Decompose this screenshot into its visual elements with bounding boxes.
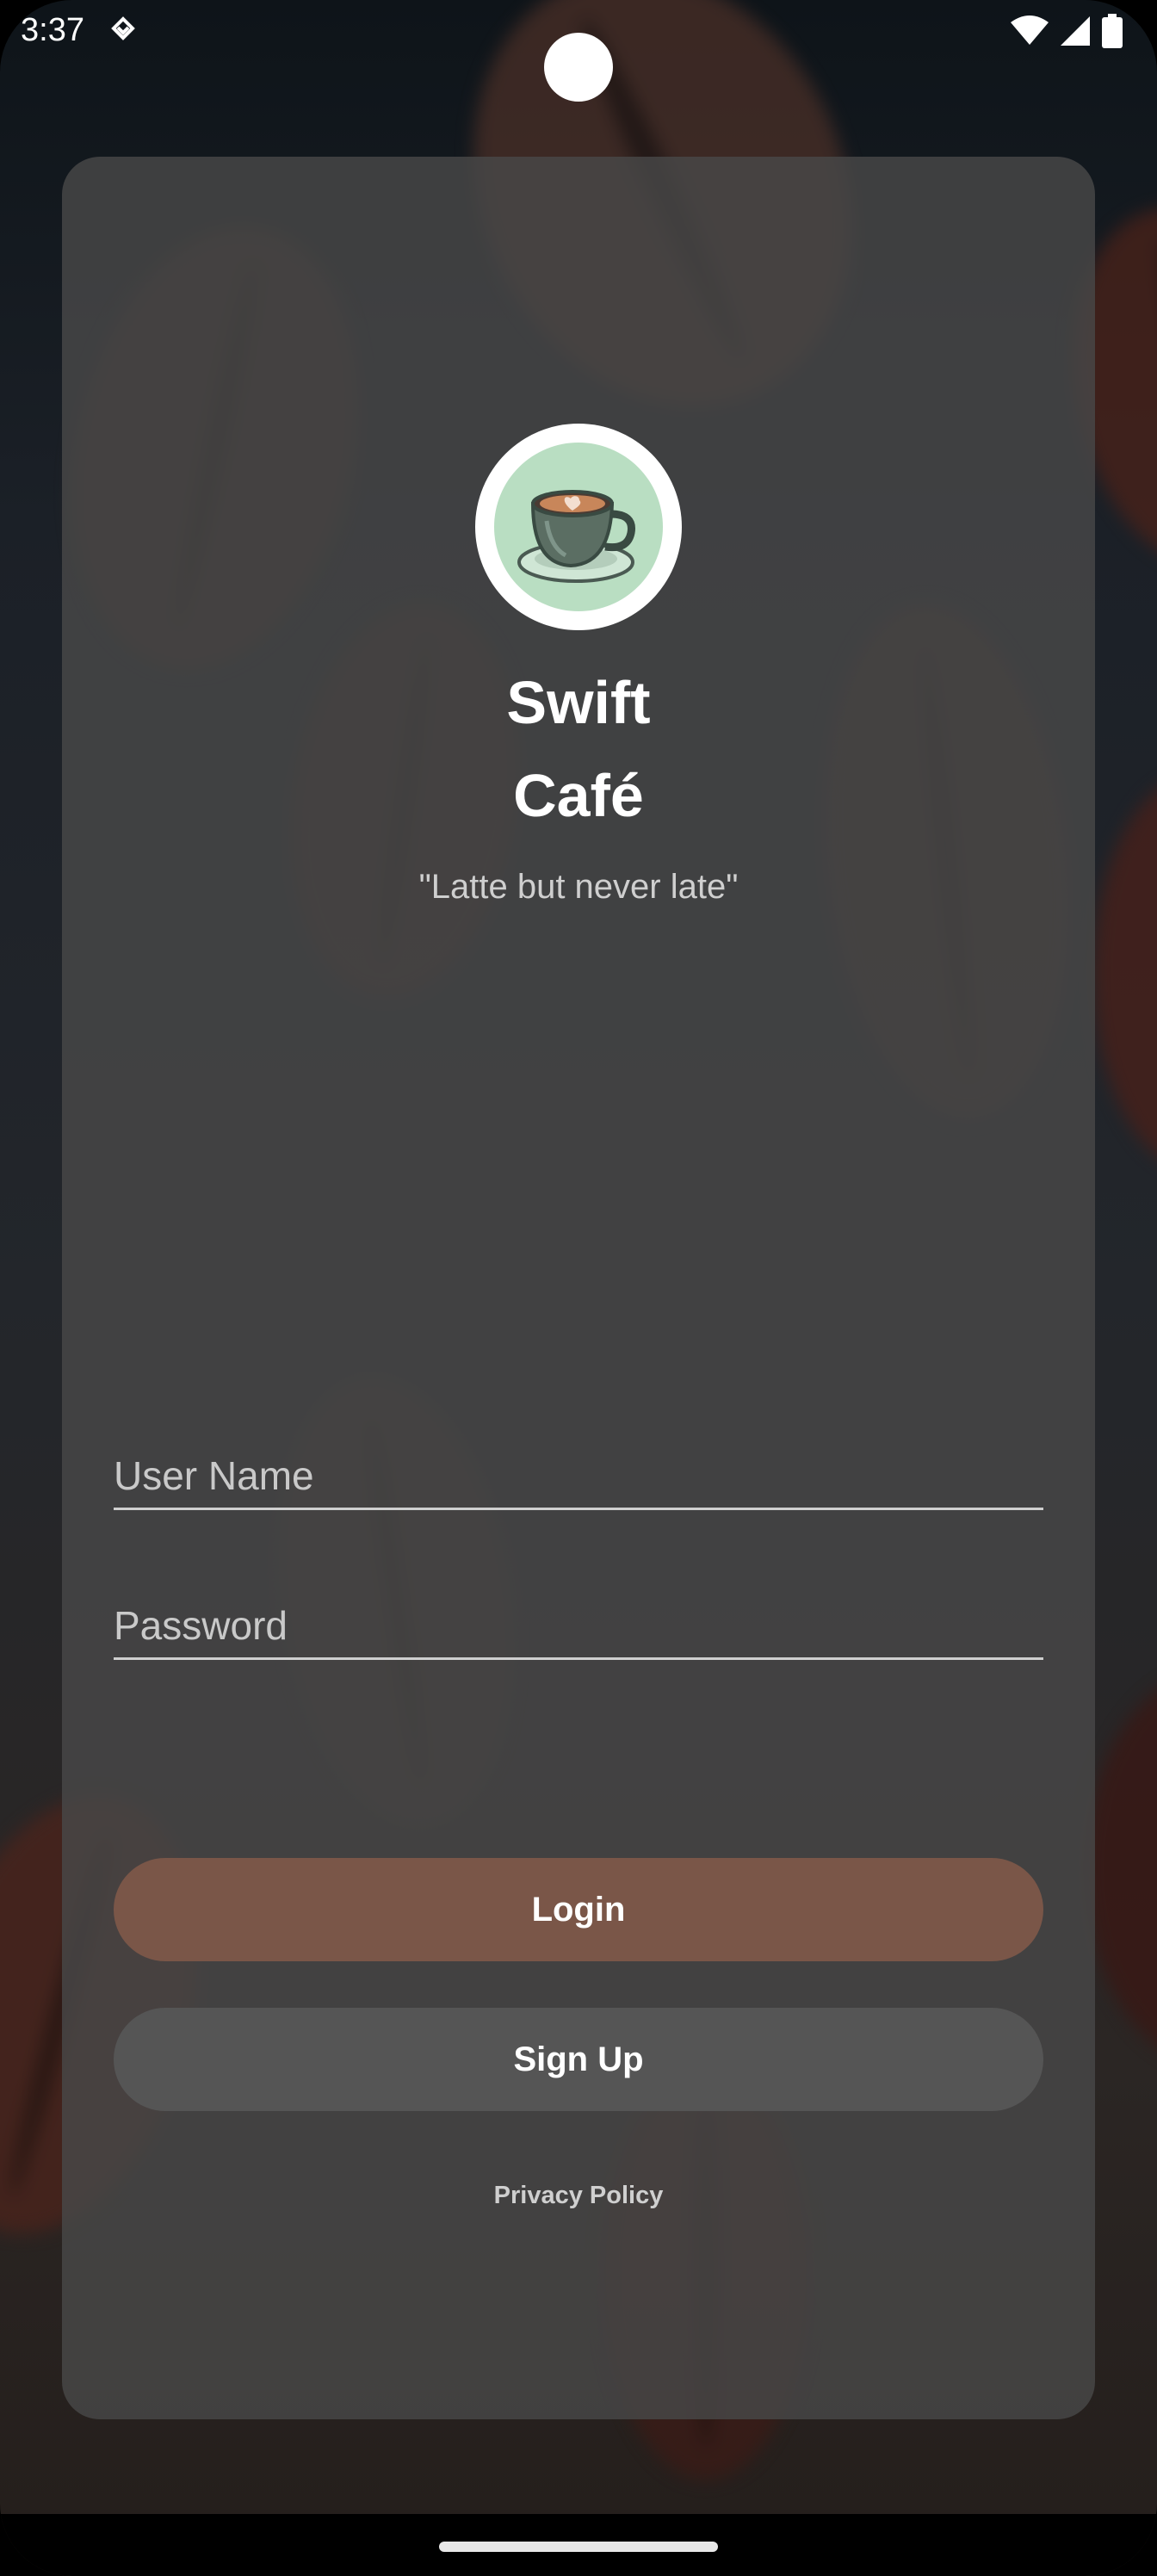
password-input[interactable] bbox=[114, 1577, 1043, 1657]
signup-button[interactable]: Sign Up bbox=[114, 2008, 1043, 2111]
app-title-line1: Swift bbox=[506, 669, 651, 736]
login-button[interactable]: Login bbox=[114, 1858, 1043, 1961]
battery-icon bbox=[1102, 14, 1123, 53]
app-screen: 3:37 Swift Café "Latte but never late" U… bbox=[0, 0, 1157, 2576]
background-bean-decoration bbox=[1093, 775, 1157, 1171]
notification-diamond-icon bbox=[110, 15, 136, 45]
background-bean-decoration bbox=[1085, 1670, 1157, 2066]
home-gesture-handle[interactable] bbox=[439, 2542, 718, 2552]
status-time: 3:37 bbox=[21, 12, 84, 48]
login-card: Swift Café "Latte but never late" Login … bbox=[62, 157, 1095, 2419]
cellular-signal-icon bbox=[1059, 15, 1092, 52]
front-camera-cutout bbox=[544, 33, 613, 102]
app-logo bbox=[475, 424, 682, 630]
privacy-policy-link[interactable]: Privacy Policy bbox=[62, 2182, 1095, 2210]
app-title: Swift Café bbox=[62, 656, 1095, 842]
app-title-line2: Café bbox=[513, 762, 644, 829]
coffee-cup-icon bbox=[514, 461, 643, 594]
username-field bbox=[114, 1427, 1043, 1510]
app-tagline: "Latte but never late" bbox=[418, 868, 739, 906]
wifi-icon bbox=[1011, 15, 1049, 51]
password-field bbox=[114, 1577, 1043, 1660]
username-input[interactable] bbox=[114, 1427, 1043, 1508]
